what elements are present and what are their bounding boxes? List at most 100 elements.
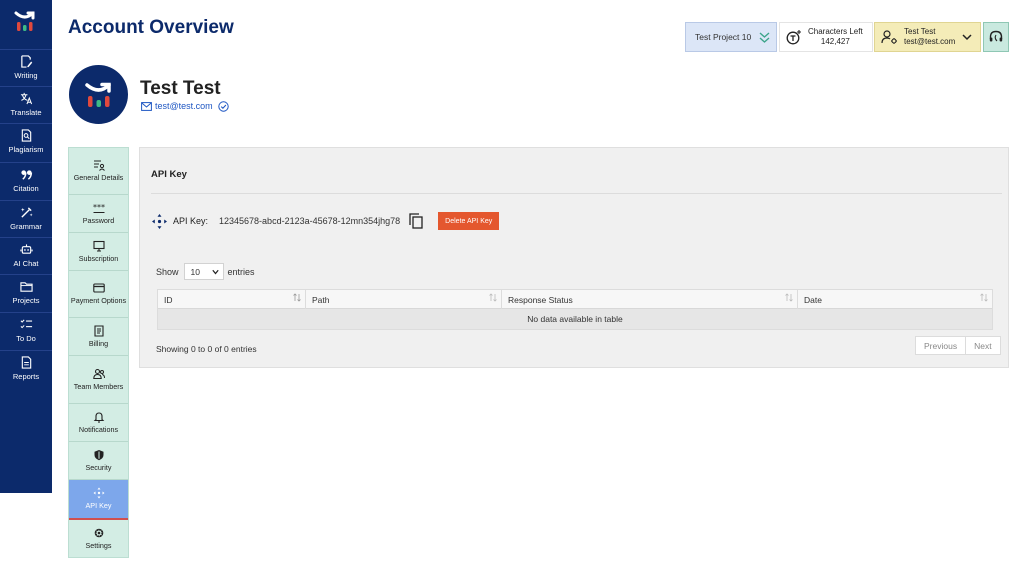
bell-icon (93, 412, 104, 423)
tab-security[interactable]: Security (69, 442, 128, 480)
sidebar-item-plagiarism[interactable]: Plagiarism (0, 123, 52, 160)
tab-api-key[interactable]: API Key (69, 480, 128, 520)
characters-left-label: Characters Left (808, 27, 863, 36)
sidebar-item-citation[interactable]: Citation (0, 162, 52, 199)
avatar[interactable] (69, 65, 128, 124)
verified-check-icon (217, 100, 229, 112)
api-key-label: API Key: (173, 216, 209, 226)
tab-settings[interactable]: Settings (69, 520, 128, 557)
headset-icon (989, 30, 1003, 42)
api-key-value[interactable]: 12345678-abcd-2123a-45678-12mn354jhg78 (219, 216, 400, 226)
entries-per-page-select[interactable]: 10 (183, 263, 224, 280)
tab-payment-options[interactable]: Payment Options (69, 271, 128, 318)
tab-billing[interactable]: Billing (69, 318, 128, 356)
svg-text:***: *** (93, 203, 105, 212)
double-chevron-down-icon (759, 32, 770, 43)
citation-icon (20, 170, 32, 180)
mail-icon (141, 101, 152, 111)
tab-label: Password (82, 215, 115, 225)
app-logo-icon[interactable] (12, 8, 38, 34)
column-header-date[interactable]: Date (798, 290, 992, 309)
api-log-table: ID Path Response Status Date No data ava… (157, 289, 993, 330)
column-header-path[interactable]: Path (306, 290, 502, 309)
user-menu[interactable]: Test Test test@test.com (874, 22, 981, 52)
tab-label: Billing (88, 338, 109, 348)
column-header-label: Path (312, 294, 330, 305)
tab-label: Team Members (73, 381, 124, 391)
projects-icon (19, 282, 33, 292)
column-header-response-status[interactable]: Response Status (502, 290, 798, 309)
sidebar-item-ai-chat[interactable]: AI Chat (0, 237, 52, 274)
previous-page-button[interactable]: Previous (916, 337, 965, 354)
sidebar-item-label: Reports (12, 372, 40, 381)
characters-left-value: 142,427 (820, 37, 850, 46)
tab-password[interactable]: *** Password (69, 195, 128, 233)
characters-left-widget: Characters Left 142,427 (779, 22, 873, 52)
profile-email-row: test@test.com (141, 100, 229, 112)
sort-icon (785, 293, 793, 302)
sidebar-item-todo[interactable]: To Do (0, 312, 52, 349)
section-title: API Key (151, 169, 187, 180)
sidebar-item-label: Projects (12, 296, 40, 305)
general-details-icon (93, 160, 105, 172)
page-title: Account Overview (68, 17, 234, 38)
sidebar-item-label: AI Chat (13, 259, 39, 268)
subscription-icon (92, 240, 105, 252)
table-header-row: ID Path Response Status Date (158, 290, 992, 309)
tab-label: Security (85, 462, 112, 472)
api-key-icon (93, 487, 104, 499)
sort-icon (293, 293, 301, 302)
pagination: Previous Next (915, 336, 1001, 355)
tab-label: Subscription (78, 253, 119, 263)
sidebar-item-projects[interactable]: Projects (0, 274, 52, 311)
sort-icon (980, 293, 988, 302)
gear-icon (94, 528, 103, 538)
user-email: test@test.com (904, 37, 956, 46)
user-name: Test Test (904, 27, 936, 36)
entries-per-page-value: 10 (190, 266, 200, 277)
copy-icon[interactable] (409, 213, 423, 229)
grammar-icon (20, 207, 33, 218)
tab-label: General Details (73, 173, 124, 183)
sidebar-item-grammar[interactable]: Grammar (0, 200, 52, 237)
tab-team-members[interactable]: Team Members (69, 356, 128, 404)
delete-api-key-button[interactable]: Delete API Key (438, 212, 500, 230)
app-logo-icon (84, 82, 111, 107)
billing-icon (93, 325, 104, 337)
todo-icon (20, 319, 32, 329)
column-header-id[interactable]: ID (158, 290, 306, 309)
account-settings-tabs: General Details *** Password Subscriptio… (68, 147, 129, 558)
tab-label: API Key (85, 501, 112, 511)
next-page-button[interactable]: Next (965, 337, 999, 354)
api-key-icon (152, 213, 167, 229)
team-members-icon (92, 368, 105, 379)
sidebar-item-reports[interactable]: Reports (0, 350, 52, 387)
tab-subscription[interactable]: Subscription (69, 233, 128, 271)
entries-length-control: Show 10 entries (156, 263, 255, 280)
sidebar-item-writing[interactable]: Writing (0, 49, 52, 86)
sidebar-item-label: Citation (13, 184, 39, 193)
shield-icon (94, 449, 103, 460)
table-empty-row: No data available in table (158, 309, 992, 329)
project-name: Test Project 10 (695, 32, 752, 42)
support-button[interactable] (983, 22, 1009, 52)
tab-notifications[interactable]: Notifications (69, 404, 128, 442)
chevron-down-icon (962, 34, 972, 41)
profile-email: test@test.com (155, 101, 213, 111)
table-info: Showing 0 to 0 of 0 entries (156, 344, 257, 354)
profile-name: Test Test (140, 78, 221, 99)
sidebar-item-label: Plagiarism (8, 145, 44, 154)
project-selector[interactable]: Test Project 10 (685, 22, 777, 52)
api-key-row: API Key: 12345678-abcd-2123a-45678-12mn3… (151, 211, 500, 231)
tab-general-details[interactable]: General Details (69, 148, 128, 195)
section-divider (151, 193, 1002, 194)
writing-icon (20, 55, 32, 68)
sidebar-item-label: Writing (14, 71, 38, 80)
chevron-down-icon (211, 269, 219, 275)
sidebar-item-label: Translate (10, 108, 42, 117)
translate-icon (20, 92, 32, 105)
sidebar-item-translate[interactable]: Translate (0, 86, 52, 123)
sidebar-item-label: Grammar (10, 222, 42, 231)
sidebar-item-label: To Do (16, 334, 36, 343)
user-settings-icon (881, 30, 897, 44)
